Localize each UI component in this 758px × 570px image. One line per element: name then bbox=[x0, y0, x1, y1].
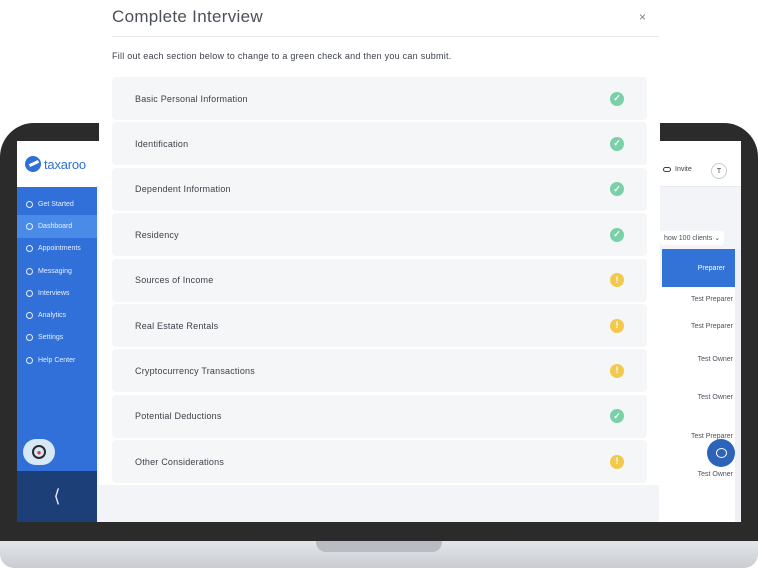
check-icon: ✓ bbox=[610, 182, 624, 197]
clients-per-page-select[interactable]: how 100 clients ⌄ bbox=[660, 231, 725, 245]
section-label: Real Estate Rentals bbox=[135, 320, 219, 331]
clients-table-column: Test Preparer Test Preparer Test Owner Test… bbox=[659, 287, 735, 522]
table-cell-preparer: Test Preparer bbox=[690, 323, 733, 330]
table-cell-preparer: Test Preparer bbox=[690, 296, 733, 303]
message-icon bbox=[26, 267, 33, 275]
sidebar-item-help-center[interactable]: Help Center bbox=[17, 349, 97, 371]
section-label: Residency bbox=[135, 229, 179, 240]
pencil-icon bbox=[26, 289, 33, 297]
modal-instructions: Fill out each section below to change to… bbox=[112, 51, 452, 61]
sidebar-item-analytics[interactable]: Analytics bbox=[17, 304, 97, 326]
sidebar-item-label: Analytics bbox=[38, 312, 67, 320]
link-icon bbox=[663, 167, 671, 172]
section-other-considerations[interactable]: Other Considerations! bbox=[112, 440, 647, 484]
sidebar-item-label: Dashboard bbox=[38, 222, 73, 230]
section-residency[interactable]: Residency ✓ bbox=[112, 213, 647, 257]
section-label: Potential Deductions bbox=[135, 411, 222, 422]
modal-divider bbox=[112, 36, 659, 37]
location-pin-icon: ● bbox=[32, 445, 46, 459]
help-bubble-button[interactable]: ● bbox=[23, 439, 55, 465]
table-header-preparer[interactable]: Preparer bbox=[662, 249, 735, 287]
calendar-icon bbox=[26, 245, 33, 253]
sidebar-item-appointments[interactable]: Appointments bbox=[17, 238, 97, 260]
invite-button[interactable]: Invite bbox=[663, 166, 692, 173]
section-identification[interactable]: Identification ✓ bbox=[112, 122, 647, 166]
check-icon: ✓ bbox=[610, 136, 624, 151]
sidebar-item-label: Settings bbox=[38, 334, 64, 342]
sidebar-item-get-started[interactable]: Get Started bbox=[17, 193, 97, 215]
warning-icon: ! bbox=[610, 363, 624, 378]
table-cell-preparer: Test Owner bbox=[697, 394, 733, 401]
warning-icon: ! bbox=[610, 454, 624, 469]
section-label: Identification bbox=[135, 138, 189, 149]
close-icon[interactable]: × bbox=[639, 11, 646, 23]
section-label: Other Considerations bbox=[135, 456, 225, 467]
sidebar-collapse-button[interactable]: ⟨ bbox=[17, 471, 97, 522]
info-icon bbox=[26, 356, 33, 364]
invite-label: Invite bbox=[675, 166, 692, 173]
section-cryptocurrency-transactions[interactable]: Cryptocurrency Transactions! bbox=[112, 349, 647, 393]
section-basic-personal-information[interactable]: Basic Personal Information ✓ bbox=[112, 77, 647, 120]
dashboard-icon bbox=[26, 222, 33, 230]
complete-interview-modal: Complete Interview × Fill out each secti… bbox=[99, 0, 660, 485]
sidebar-item-label: Messaging bbox=[38, 267, 72, 275]
avatar[interactable]: T bbox=[711, 163, 727, 179]
section-label: Sources of Income bbox=[135, 275, 214, 286]
lightbulb-icon bbox=[26, 200, 33, 208]
sidebar-item-label: Help Center bbox=[38, 356, 76, 364]
sidebar-item-settings[interactable]: Settings bbox=[17, 327, 97, 349]
check-icon: ✓ bbox=[610, 91, 624, 106]
sidebar-item-messaging[interactable]: Messaging bbox=[17, 260, 97, 282]
chart-icon bbox=[26, 312, 33, 320]
stage: taxaroo Get Started Dashboard Appointments… bbox=[0, 0, 758, 570]
sidebar-item-label: Get Started bbox=[38, 200, 74, 208]
warning-icon: ! bbox=[610, 318, 624, 333]
sidebar-item-interviews[interactable]: Interviews bbox=[17, 282, 97, 304]
sidebar-item-label: Interviews bbox=[38, 289, 70, 297]
warning-icon: ! bbox=[610, 273, 624, 288]
section-real-estate-rentals[interactable]: Real Estate Rentals! bbox=[112, 304, 647, 347]
sidebar-item-label: Appointments bbox=[38, 245, 81, 253]
section-label: Basic Personal Information bbox=[135, 93, 248, 104]
gear-icon bbox=[26, 334, 33, 342]
section-label: Dependent Information bbox=[135, 184, 231, 195]
check-icon: ✓ bbox=[610, 409, 624, 424]
laptop-notch bbox=[316, 541, 442, 552]
table-scrollbar[interactable] bbox=[735, 249, 741, 521]
chat-icon bbox=[715, 448, 727, 458]
section-label: Cryptocurrency Transactions bbox=[135, 365, 255, 376]
section-dependent-information[interactable]: Dependent Information ✓ bbox=[112, 167, 647, 211]
chat-button[interactable] bbox=[707, 439, 735, 467]
brand-name: taxaroo bbox=[44, 156, 86, 172]
modal-title: Complete Interview bbox=[112, 7, 263, 26]
sidebar-item-dashboard[interactable]: Dashboard bbox=[17, 215, 97, 238]
table-cell-preparer: Test Owner bbox=[697, 356, 733, 363]
section-sources-of-income[interactable]: Sources of Income! bbox=[112, 258, 647, 302]
sidebar-nav: Get Started Dashboard Appointments Messagin… bbox=[17, 193, 97, 371]
chevron-left-icon: ⟨ bbox=[53, 486, 61, 506]
check-icon: ✓ bbox=[610, 227, 624, 242]
section-potential-deductions[interactable]: Potential Deductions ✓ bbox=[112, 394, 647, 438]
sidebar: taxaroo Get Started Dashboard Appointments… bbox=[17, 141, 97, 522]
logo-icon bbox=[25, 156, 41, 172]
brand-logo[interactable]: taxaroo bbox=[17, 141, 97, 187]
table-cell-preparer: Test Owner bbox=[697, 471, 733, 478]
